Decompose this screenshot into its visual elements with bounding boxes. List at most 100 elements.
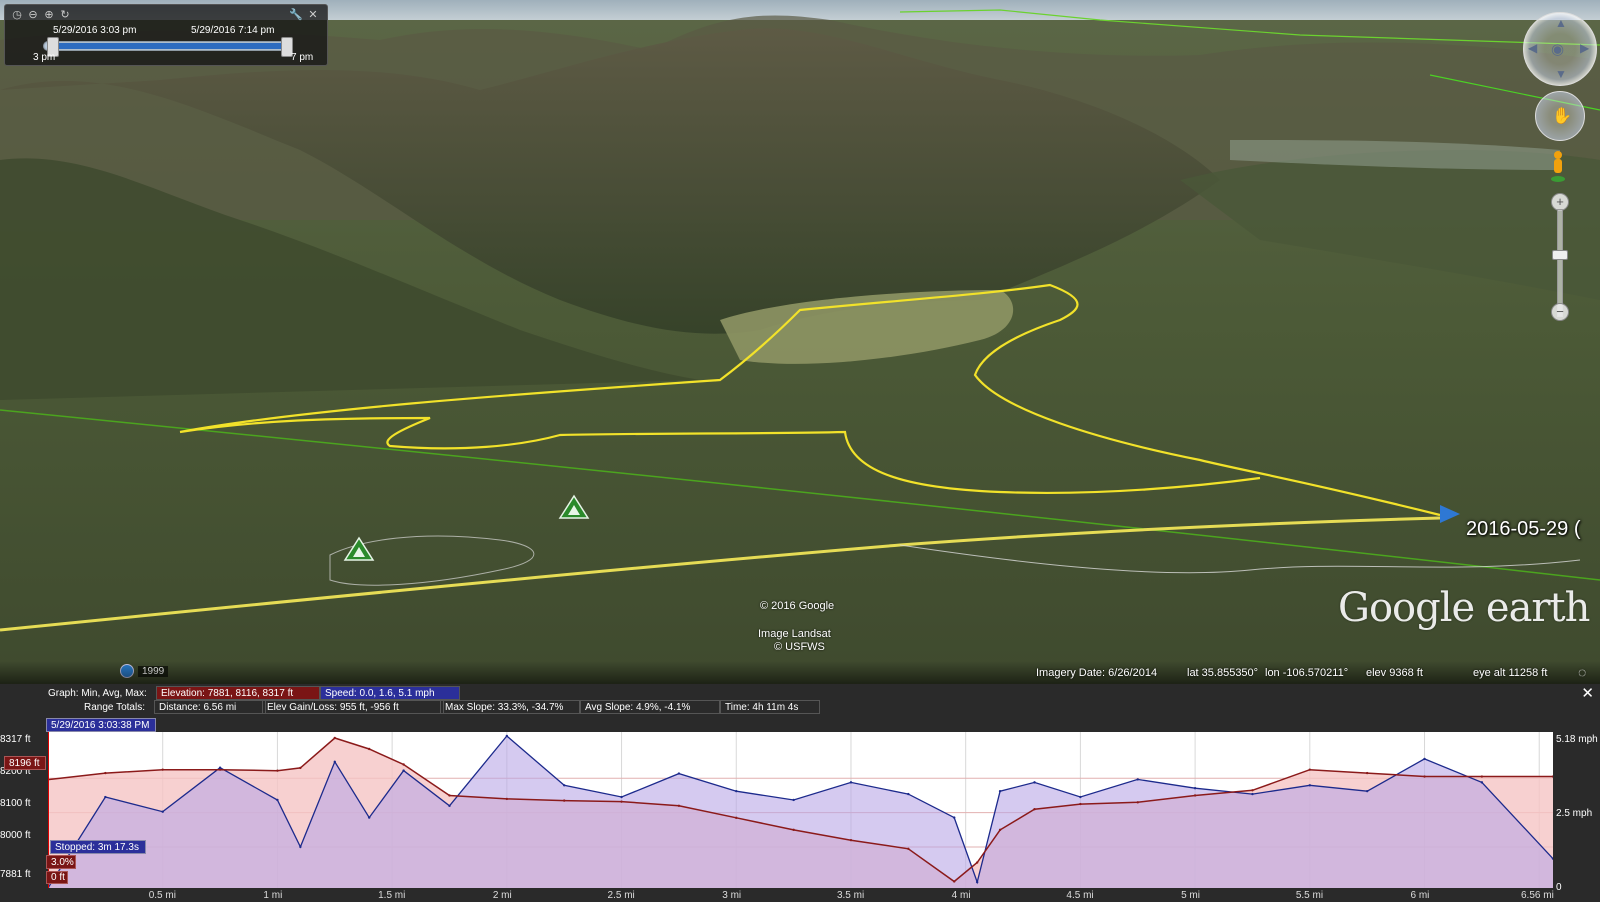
- speed-point: [104, 795, 107, 799]
- elevation-point: [1033, 808, 1036, 811]
- x-tick-label: 6.56 mi: [1521, 890, 1554, 901]
- cursor-elevation-badge: 8196 ft: [4, 756, 46, 770]
- speed-point: [677, 772, 681, 775]
- elevation-point: [849, 838, 853, 842]
- hand-icon[interactable]: ✋: [1552, 106, 1572, 126]
- north-up-icon[interactable]: ▲: [1555, 16, 1567, 30]
- zoom-in-time-icon[interactable]: ⊕: [43, 9, 55, 21]
- distance-stat: Distance: 6.56 mi: [154, 700, 266, 714]
- cursor-timestamp: 5/29/2016 3:03:38 PM: [46, 718, 156, 732]
- speed-point: [276, 798, 279, 802]
- speed-point: [218, 766, 222, 769]
- longitude-readout: lon -106.570211°: [1265, 667, 1349, 679]
- elevation-point: [1251, 789, 1254, 792]
- max-slope-stat: Max Slope: 33.3%, -34.7%: [440, 700, 580, 714]
- zoom-track[interactable]: [1557, 209, 1563, 317]
- eye-icon[interactable]: ◉: [1551, 40, 1564, 58]
- speed-stats[interactable]: Speed: 0.0, 1.6, 5.1 mph: [320, 686, 460, 700]
- profile-chart-svg[interactable]: [46, 732, 1555, 890]
- x-tick-label: 6 mi: [1410, 890, 1430, 901]
- elevation-point: [792, 828, 795, 832]
- x-tick-label: 2 mi: [492, 890, 512, 901]
- move-control[interactable]: ✋: [1535, 91, 1585, 141]
- x-tick-label: 5 mi: [1181, 890, 1200, 901]
- clock-icon[interactable]: ◷: [11, 9, 23, 21]
- image-source-text: Image Landsat: [758, 628, 831, 640]
- elevation-point: [333, 736, 336, 740]
- speed-point: [299, 845, 302, 849]
- elevation-point: [953, 880, 956, 883]
- cursor-distance-badge: 0 ft: [46, 871, 68, 884]
- elevation-point: [448, 794, 451, 797]
- elevation-point: [402, 763, 405, 766]
- profile-chart[interactable]: [46, 732, 1555, 890]
- speed-point: [1251, 792, 1254, 796]
- x-tick-label: 2.5 mi: [607, 890, 635, 901]
- speed-point: [792, 798, 795, 802]
- elevation-point: [276, 769, 279, 772]
- y-label-elev-max: 8317 ft: [0, 734, 31, 745]
- close-profile-icon[interactable]: ✕: [1581, 684, 1594, 702]
- speed-point: [1480, 781, 1484, 784]
- imagery-date: Imagery Date: 6/26/2014: [1036, 667, 1158, 679]
- close-icon[interactable]: ✕: [307, 9, 319, 21]
- look-control[interactable]: ▲ ◉ ◀ ▶ ▼: [1523, 12, 1597, 86]
- elevation-point: [367, 747, 371, 751]
- speed-point: [448, 804, 451, 808]
- speed-point: [161, 810, 164, 813]
- y-label-elev: 8100 ft: [0, 798, 31, 809]
- speed-point: [505, 734, 509, 738]
- x-tick-label: 3 mi: [722, 890, 742, 901]
- speed-point: [1079, 795, 1082, 799]
- zoom-out-time-icon[interactable]: ⊖: [27, 9, 39, 21]
- speed-point: [975, 880, 979, 884]
- track-placemark-label[interactable]: 2016-05-29 (: [1466, 518, 1581, 541]
- speed-point: [1136, 778, 1139, 781]
- speed-point: [1193, 787, 1197, 790]
- x-tick-label: 0.5 mi: [148, 890, 176, 901]
- copyright-text: © 2016 Google: [760, 600, 835, 612]
- image-source2-text: © USFWS: [774, 641, 825, 653]
- elevation-profile-panel[interactable]: Graph: Min, Avg, Max: Elevation: 7881, 8…: [0, 684, 1600, 902]
- wrench-icon[interactable]: 🔧: [289, 9, 303, 21]
- map-view[interactable]: ◷ ⊖ ⊕ ↻ 🔧 ✕ 5/29/2016 3:03 pm 5/29/2016 …: [0, 0, 1600, 684]
- play-icon[interactable]: ↻: [59, 9, 71, 21]
- time-start-label: 5/29/2016 3:03 pm: [53, 25, 137, 36]
- zoom-slider[interactable]: + −: [1551, 193, 1569, 331]
- speed-point: [849, 781, 853, 784]
- speed-point: [1033, 781, 1036, 784]
- elevation-point: [104, 771, 107, 775]
- speed-point: [367, 816, 371, 819]
- zoom-knob[interactable]: [1552, 250, 1568, 260]
- y-label-elev-min: 7881 ft: [0, 869, 31, 880]
- google-earth-logo: Google earth: [1338, 585, 1590, 631]
- elevation-stats[interactable]: Elevation: 7881, 8116, 8317 ft: [156, 686, 320, 700]
- speed-point: [907, 792, 910, 796]
- elevation-point: [1079, 802, 1082, 806]
- speed-point: [402, 769, 405, 772]
- y-label-speed-mid: 2.5 mph: [1556, 808, 1593, 819]
- y-label-speed-min: 0: [1556, 882, 1562, 893]
- pegman-icon[interactable]: [1550, 150, 1566, 184]
- speed-point: [998, 789, 1002, 793]
- speed-point: [1365, 789, 1369, 793]
- x-tick-label: 1.5 mi: [378, 890, 406, 901]
- time-slider[interactable]: ◷ ⊖ ⊕ ↻ 🔧 ✕ 5/29/2016 3:03 pm 5/29/2016 …: [4, 4, 328, 66]
- time-track[interactable]: [43, 41, 293, 51]
- elevation-point: [1136, 801, 1139, 804]
- x-tick-label: 3.5 mi: [836, 890, 865, 901]
- zoom-out-button[interactable]: −: [1551, 303, 1569, 321]
- cursor-slope-badge: 3.0%: [46, 855, 76, 869]
- speed-point: [953, 816, 956, 819]
- speed-point: [1423, 757, 1426, 761]
- elev-gain-stat: Elev Gain/Loss: 955 ft, -956 ft: [262, 700, 444, 714]
- end-hour-label: 7 pm: [291, 52, 314, 63]
- elevation-readout: elev 9368 ft: [1366, 667, 1423, 679]
- elevation-point: [299, 766, 302, 770]
- speed-point: [735, 789, 738, 793]
- elevation-point: [1308, 768, 1312, 771]
- graph-label: Graph: Min, Avg, Max:: [48, 688, 147, 699]
- x-tick-label: 4 mi: [951, 890, 971, 901]
- speed-point: [1308, 784, 1312, 787]
- elevation-point: [907, 847, 910, 850]
